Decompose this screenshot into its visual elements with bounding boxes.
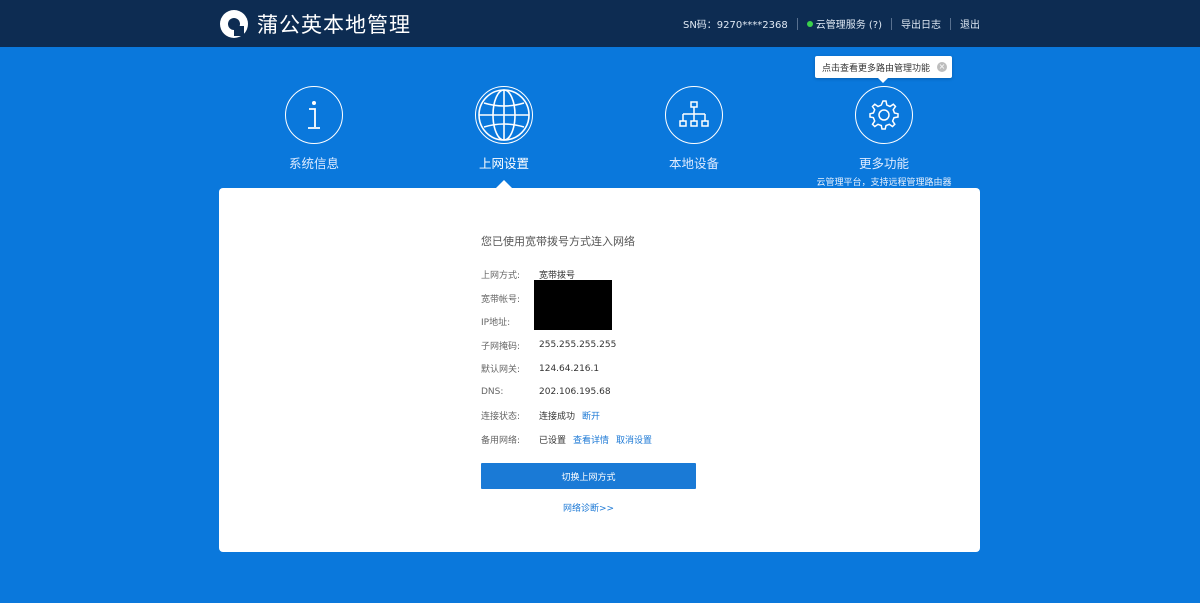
panel-heading: 您已使用宽带拨号方式连入网络	[481, 235, 635, 248]
divider	[950, 17, 951, 30]
main-nav: 系统信息 上网设置 本地设备 更多功能 云管理平台，支持远程管理路由器	[0, 86, 1200, 188]
logout-link[interactable]: 退出	[960, 16, 980, 31]
tooltip-text: 点击查看更多路由管理功能	[822, 63, 931, 74]
globe-icon	[475, 86, 533, 144]
info-row: 连接状态: 连接成功 断开	[481, 404, 781, 428]
redacted-block	[534, 280, 612, 330]
info-row: 备用网络: 已设置 查看详情 取消设置	[481, 428, 781, 452]
gear-icon	[855, 86, 913, 144]
info-row: 宽带帐号:	[481, 287, 781, 311]
nav-subtitle: 云管理平台，支持远程管理路由器	[816, 178, 952, 188]
row-label: DNS:	[481, 387, 504, 398]
info-icon	[285, 86, 343, 144]
disconnect-link[interactable]: 断开	[582, 409, 600, 422]
connection-status-value: 连接成功	[539, 412, 576, 423]
nav-system-info[interactable]: 系统信息	[234, 86, 394, 172]
row-label: IP地址:	[481, 318, 511, 329]
divider	[796, 17, 798, 30]
internet-settings-panel: 您已使用宽带拨号方式连入网络 上网方式: 宽带拨号 宽带帐号: IP地址: 子网…	[219, 188, 980, 552]
row-label: 默认网关:	[481, 365, 521, 376]
backup-network-value: 已设置	[539, 435, 567, 446]
row-label: 连接状态:	[481, 412, 521, 423]
row-value: 202.106.195.68	[539, 387, 611, 398]
info-row: IP地址:	[481, 310, 781, 334]
row-value: 255.255.255.255	[539, 340, 617, 351]
cloud-service-label: 云管理服务 (?)	[815, 20, 882, 31]
active-indicator	[496, 180, 512, 188]
close-icon[interactable]: ×	[937, 62, 947, 72]
info-row: 子网掩码: 255.255.255.255	[481, 334, 781, 358]
network-tree-icon	[665, 86, 723, 144]
top-bar: 蒲公英本地管理 SN码：9270****2368 云管理服务 (?) 导出日志 …	[0, 0, 1200, 47]
online-status-dot-icon	[806, 20, 813, 27]
app-title: 蒲公英本地管理	[257, 13, 411, 37]
info-row: 默认网关: 124.64.216.1	[481, 357, 781, 381]
nav-local-devices[interactable]: 本地设备	[614, 86, 774, 172]
view-details-link[interactable]: 查看详情	[573, 433, 609, 446]
row-value: 已设置 查看详情 取消设置	[539, 433, 652, 446]
row-label: 备用网络:	[481, 435, 521, 446]
nav-label: 本地设备	[668, 156, 719, 171]
nav-label: 上网设置	[478, 156, 529, 171]
more-features-tooltip: 点击查看更多路由管理功能 ×	[815, 56, 952, 83]
row-label: 宽带帐号:	[481, 294, 521, 305]
row-value: 连接成功 断开	[539, 409, 600, 422]
pgy-logo-icon	[220, 10, 248, 38]
cancel-setting-link[interactable]: 取消设置	[616, 433, 652, 446]
nav-internet-settings[interactable]: 上网设置	[424, 86, 584, 188]
network-diagnose-link[interactable]: 网络诊断>>	[481, 501, 696, 514]
info-row: 上网方式: 宽带拨号	[481, 263, 781, 287]
sn-code: SN码：9270****2368	[682, 20, 788, 31]
info-row: DNS: 202.106.195.68	[481, 381, 781, 405]
connection-info: 您已使用宽带拨号方式连入网络 上网方式: 宽带拨号 宽带帐号: IP地址: 子网…	[481, 233, 781, 514]
divider	[891, 17, 892, 30]
switch-connection-button[interactable]: 切换上网方式	[481, 463, 696, 489]
row-label: 子网掩码:	[481, 341, 521, 352]
nav-label: 更多功能	[858, 156, 909, 171]
export-log-link[interactable]: 导出日志	[901, 16, 941, 31]
brand[interactable]: 蒲公英本地管理	[220, 8, 411, 40]
nav-label: 系统信息	[288, 156, 339, 171]
cloud-service-link[interactable]: 云管理服务 (?)	[806, 16, 882, 31]
nav-more-features[interactable]: 更多功能 云管理平台，支持远程管理路由器	[804, 86, 964, 188]
row-label: 上网方式:	[481, 271, 521, 282]
row-value: 124.64.216.1	[539, 363, 600, 374]
top-right-menu: SN码：9270****2368 云管理服务 (?) 导出日志 退出	[683, 0, 980, 47]
